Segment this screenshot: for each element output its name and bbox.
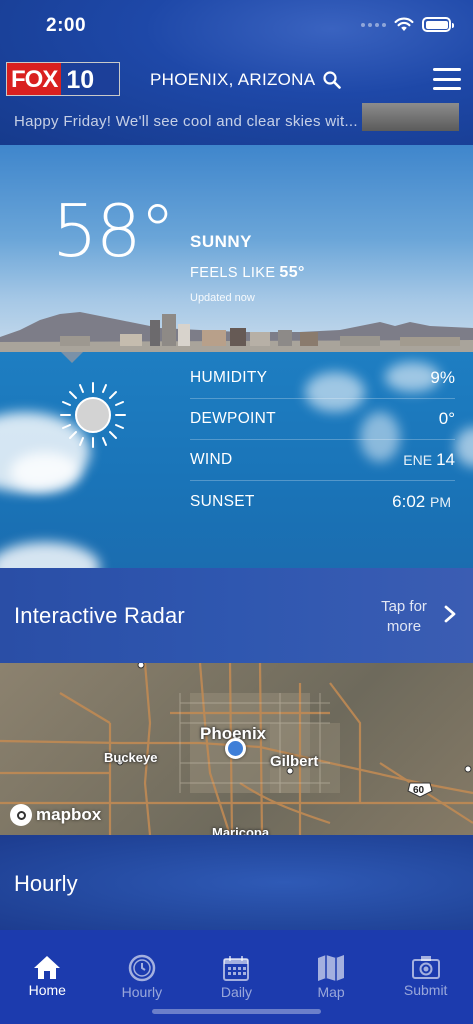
dewpoint-label: DEWPOINT	[190, 410, 276, 427]
sunset-row: SUNSET 6:02 PM	[190, 481, 455, 522]
mapbox-logo-icon	[10, 804, 32, 826]
radar-title: Interactive Radar	[14, 603, 185, 628]
search-icon[interactable]	[323, 71, 342, 89]
tab-daily-label: Daily	[220, 984, 253, 1000]
tab-map-label: Map	[317, 984, 345, 1000]
tab-submit[interactable]: Submit	[378, 930, 473, 1024]
location-selector[interactable]: PHOENIX, ARIZONA	[150, 70, 342, 90]
calendar-icon	[223, 956, 250, 981]
wifi-icon	[394, 17, 414, 31]
tap-for-more[interactable]: Tap for more	[374, 597, 434, 637]
condition-text: SUNNY	[190, 232, 253, 251]
cellular-signal-icon	[361, 22, 386, 27]
dewpoint-value: 0°	[438, 409, 455, 428]
wind-speed: 14	[436, 450, 455, 469]
cloud-decoration	[455, 427, 473, 467]
humidity-label: HUMIDITY	[190, 369, 268, 386]
logo-ten-text: 10	[61, 63, 119, 95]
tab-home-label: Home	[28, 982, 66, 998]
status-time: 2:00	[46, 15, 87, 36]
radar-map[interactable]: Phoenix Buckeye Gilbert Maricopa 60 mapb…	[0, 663, 473, 835]
logo-fox-text: FOX	[7, 63, 62, 95]
fox10-logo[interactable]: FOX 10	[6, 62, 120, 96]
wind-value-group: ENE 14	[403, 450, 455, 470]
home-indicator[interactable]	[152, 1009, 321, 1014]
chevron-right-icon[interactable]	[443, 605, 457, 623]
current-temperature: 58°	[52, 189, 176, 273]
humidity-row: HUMIDITY 9%	[190, 358, 455, 399]
wind-label: WIND	[190, 451, 233, 468]
tab-home[interactable]: Home	[0, 930, 95, 1024]
more-text: more	[386, 618, 422, 635]
mapbox-attribution[interactable]: mapbox	[10, 804, 101, 826]
map-icon	[318, 955, 345, 981]
updated-text: Updated now	[190, 292, 255, 304]
hourly-title: Hourly	[14, 871, 78, 896]
home-icon	[34, 956, 61, 979]
hamburger-menu-icon[interactable]	[433, 68, 461, 90]
cloud-decoration	[0, 542, 100, 568]
wind-direction: ENE	[403, 452, 433, 468]
dewpoint-row: DEWPOINT 0°	[190, 399, 455, 440]
status-icons	[361, 17, 454, 32]
sunny-icon	[60, 382, 126, 448]
section-notch	[61, 352, 83, 363]
feels-like-value: 55°	[279, 264, 305, 281]
sunset-time: 6:02	[392, 491, 426, 511]
battery-icon	[422, 17, 454, 32]
clock-icon	[128, 954, 156, 982]
mapbox-text: mapbox	[36, 805, 102, 824]
camera-icon	[411, 956, 440, 979]
tab-hourly-label: Hourly	[121, 984, 163, 1000]
map-label-maricopa: Maricopa	[212, 825, 270, 835]
map-label-gilbert: Gilbert	[270, 753, 319, 770]
wind-row: WIND ENE 14	[190, 440, 455, 481]
tap-for-text: Tap for	[381, 598, 427, 615]
ticker-thumbnail	[362, 103, 459, 131]
weather-details: HUMIDITY 9% DEWPOINT 0° WIND ENE 14 SUNSE…	[0, 352, 473, 568]
sunset-label: SUNSET	[190, 492, 255, 510]
current-location-marker	[225, 738, 246, 759]
ticker-text: Happy Friday! We'll see cool and clear s…	[14, 113, 358, 130]
hourly-section[interactable]: Hourly	[0, 835, 473, 930]
app-header: 2:00 FOX 10 PHOENIX, ARIZONA Happy Frida…	[0, 0, 473, 145]
sunset-ampm: PM	[430, 493, 451, 510]
location-label: PHOENIX, ARIZONA	[150, 70, 316, 89]
interactive-radar-header[interactable]: Interactive Radar Tap for more	[0, 568, 473, 663]
feels-like: FEELS LIKE 55°	[190, 264, 305, 282]
tab-submit-label: Submit	[403, 982, 448, 998]
status-bar: 2:00	[0, 0, 473, 50]
humidity-value: 9%	[430, 368, 455, 387]
cloud-decoration	[10, 452, 80, 492]
highway-60-shield: 60	[413, 785, 425, 796]
current-conditions: 58° SUNNY FEELS LIKE 55° Updated now	[0, 145, 473, 352]
feels-like-label: FEELS LIKE	[190, 265, 276, 281]
news-ticker[interactable]: Happy Friday! We'll see cool and clear s…	[0, 103, 473, 145]
sunset-value-group: 6:02 PM	[392, 492, 455, 512]
map-label-buckeye: Buckeye	[104, 750, 158, 765]
